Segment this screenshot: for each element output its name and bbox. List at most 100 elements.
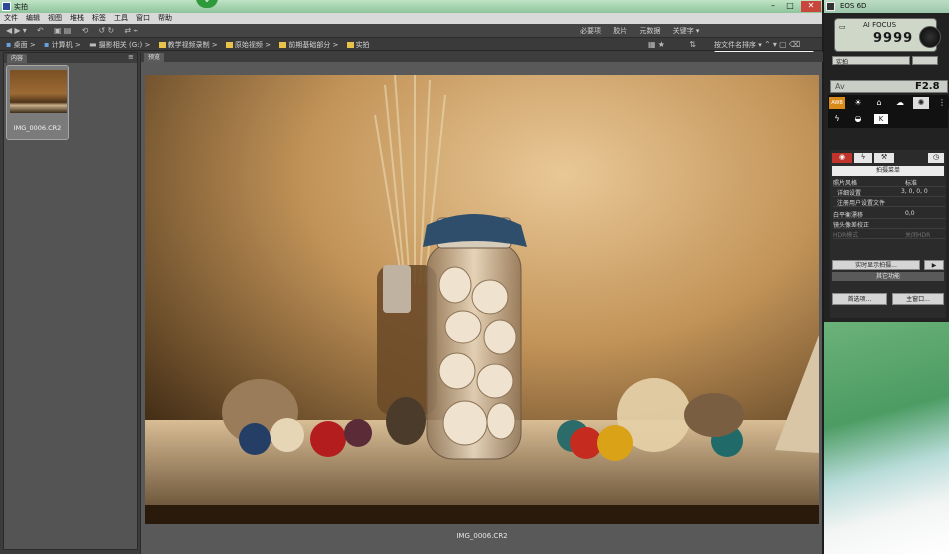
photo-still-life — [145, 75, 819, 524]
sort-dropdown[interactable]: 按文件名排序 ▾ — [714, 41, 762, 49]
filter-stars-icon[interactable]: ★ — [658, 40, 665, 49]
menu-edit[interactable]: 编辑 — [22, 13, 44, 24]
eos-title-bar: EOS 6D — [824, 0, 949, 13]
workspace-keywords[interactable]: 关键字 ▾ — [673, 27, 700, 35]
camera-settings-icon[interactable] — [912, 56, 938, 65]
rotate-right-icon[interactable]: ↻ — [107, 26, 114, 35]
battery-icon: ▭ — [839, 23, 846, 31]
delete-icon[interactable]: ⌫ — [789, 40, 800, 49]
af-mode: AI FOCUS — [863, 21, 897, 29]
recent-icon[interactable]: ▾ — [773, 40, 777, 49]
tab-preview[interactable]: 预览 — [144, 53, 164, 62]
menu-row-hdr: HDR模式 关闭HDR — [833, 230, 945, 239]
preferences-button[interactable]: 首选项... — [832, 293, 887, 305]
eos-title: EOS 6D — [840, 2, 867, 10]
flash-icon[interactable]: ϟ — [829, 113, 845, 125]
folder-icon — [346, 42, 354, 48]
preview-image[interactable] — [145, 75, 819, 524]
mode-label: 实拍 — [832, 56, 910, 66]
minimize-button[interactable]: – — [766, 1, 780, 12]
workspace-filmstrip[interactable]: 胶片 — [613, 27, 627, 35]
mode-dial-icon[interactable] — [919, 26, 941, 48]
menu-row-picture-style[interactable]: 照片风格 标准 — [833, 178, 945, 187]
menu-bar: 文件 编辑 视图 堆栈 标签 工具 窗口 帮助 — [0, 13, 822, 24]
white-balance-selector: AWB ☀ ⌂ ☁ ✺ ⋮ ϟ ◒ K — [828, 95, 949, 128]
output-icon[interactable]: ⌁ — [133, 26, 138, 35]
camera-download-icon[interactable]: ▣ — [54, 26, 62, 35]
computer-icon: ▪ — [43, 40, 50, 49]
thumbnail-item[interactable]: IMG_0006.CR2 — [6, 65, 69, 140]
eos-utility-window: EOS 6D ▭ AI FOCUS 9999 实拍 Av F2.8 AWB ☀ … — [824, 0, 949, 322]
menu-view[interactable]: 视图 — [44, 13, 66, 24]
bridge-window: 实拍 ↓ – □ ✕ 文件编辑视图堆栈标签工具窗口帮助 ◀ ▶ ▾ ↶ ▣ ▤ … — [0, 0, 823, 554]
breadcrumb-folder-2[interactable]: 原始视频 > — [225, 40, 271, 50]
rotate-left-icon[interactable]: ↺ — [99, 26, 106, 35]
workspace-metadata[interactable]: 元数据 — [639, 27, 660, 35]
awb-icon[interactable]: AWB — [829, 97, 845, 109]
pin-button[interactable]: ↓ — [196, 0, 218, 8]
tools-tab-icon[interactable]: ⚒ — [874, 153, 894, 163]
boomerang-icon[interactable]: ⇄ — [124, 26, 131, 35]
kelvin-icon[interactable]: K — [874, 114, 888, 124]
open-recent-icon[interactable]: ⟲ — [82, 26, 89, 35]
main-window-button[interactable]: 主窗口... — [892, 293, 944, 305]
quality-icon[interactable]: ▦ — [648, 40, 656, 49]
custom-wb-icon[interactable]: ◒ — [850, 113, 866, 125]
desktop-background — [824, 322, 949, 554]
menu-row-detail-set[interactable]: 详细设置 3, 0, 0, 0 — [833, 188, 945, 197]
maximize-button[interactable]: □ — [783, 1, 797, 12]
tungsten-icon[interactable]: ✺ — [913, 97, 929, 109]
breadcrumb-folder-3[interactable]: 前期基础部分 > — [279, 40, 338, 50]
menu-stack[interactable]: 堆栈 — [66, 13, 88, 24]
sun-icon[interactable]: ☀ — [850, 97, 866, 109]
menu-tools[interactable]: 工具 — [110, 13, 132, 24]
movie-icon[interactable]: ▶ — [924, 260, 944, 270]
workspace-essentials[interactable]: 必要项 — [580, 27, 601, 35]
fluorescent-icon[interactable]: ⋮ — [934, 97, 949, 109]
menu-row-wb-shift[interactable]: 白平衡漂移 0,0 — [833, 210, 945, 219]
new-folder-icon[interactable]: ▢ — [779, 40, 787, 49]
tab-content[interactable]: 内容 — [7, 54, 27, 63]
drive-icon: ▬ — [88, 40, 97, 49]
sort-icon[interactable]: ⇅ — [689, 40, 696, 49]
breadcrumb-folder-4[interactable]: 实拍 — [346, 40, 370, 50]
menu-row-user-file[interactable]: 注册用户设置文件 — [833, 198, 945, 207]
thumbnail-image — [10, 70, 67, 113]
breadcrumb-folder-1[interactable]: 教学视频录制 > — [158, 40, 218, 50]
content-panel: 内容 ≡ IMG_0006.CR2 — [3, 52, 138, 550]
preview-panel: 预览 IMG_0006.CR2 — [140, 52, 823, 554]
shade-icon[interactable]: ⌂ — [871, 97, 887, 109]
desktop-icon: ▪ — [6, 40, 12, 49]
title-bar: 实拍 ↓ – □ ✕ — [0, 0, 822, 13]
breadcrumb-desktop[interactable]: ▪ 桌面 > — [6, 40, 36, 50]
cloud-icon[interactable]: ☁ — [892, 97, 908, 109]
camera-tab-icon[interactable]: ◉ — [832, 153, 852, 163]
forward-icon[interactable]: ▶ — [14, 26, 20, 35]
menu-label[interactable]: 标签 — [88, 13, 110, 24]
preview-header: 预览 — [141, 52, 823, 62]
panel-menu-icon[interactable]: ≡ — [128, 53, 134, 61]
breadcrumb-computer[interactable]: ▪ 计算机 > — [44, 40, 81, 50]
menu-window[interactable]: 窗口 — [132, 13, 154, 24]
exposure-bar: Av F2.8 — [830, 80, 948, 93]
refine-icon[interactable]: ▤ — [64, 26, 72, 35]
live-view-button[interactable]: 实时显示拍摄... — [832, 260, 920, 270]
timer-icon[interactable]: ◷ — [928, 153, 944, 163]
breadcrumb-drive[interactable]: ▬ 摄影相关 (G:) > — [89, 40, 150, 50]
sort-order-icon[interactable]: ⌃ — [764, 40, 771, 49]
flash-tab-icon[interactable]: ϟ — [854, 153, 872, 163]
other-functions[interactable]: 其它功能 — [832, 272, 944, 281]
aperture-value[interactable]: F2.8 — [915, 81, 940, 92]
folder-icon — [158, 42, 166, 48]
close-button[interactable]: ✕ — [801, 1, 821, 12]
up-icon[interactable]: ↶ — [37, 26, 44, 35]
menu-help[interactable]: 帮助 — [154, 13, 176, 24]
menu-file[interactable]: 文件 — [0, 13, 22, 24]
shots-remaining: 9999 — [873, 31, 914, 46]
window-title: 实拍 — [14, 3, 28, 11]
back-icon[interactable]: ◀ — [6, 26, 12, 35]
menu-row-lens-correction[interactable]: 镜头像差校正 — [833, 220, 945, 229]
folder-icon — [225, 42, 233, 48]
eos-app-icon — [826, 2, 835, 11]
history-icon[interactable]: ▾ — [23, 26, 27, 35]
